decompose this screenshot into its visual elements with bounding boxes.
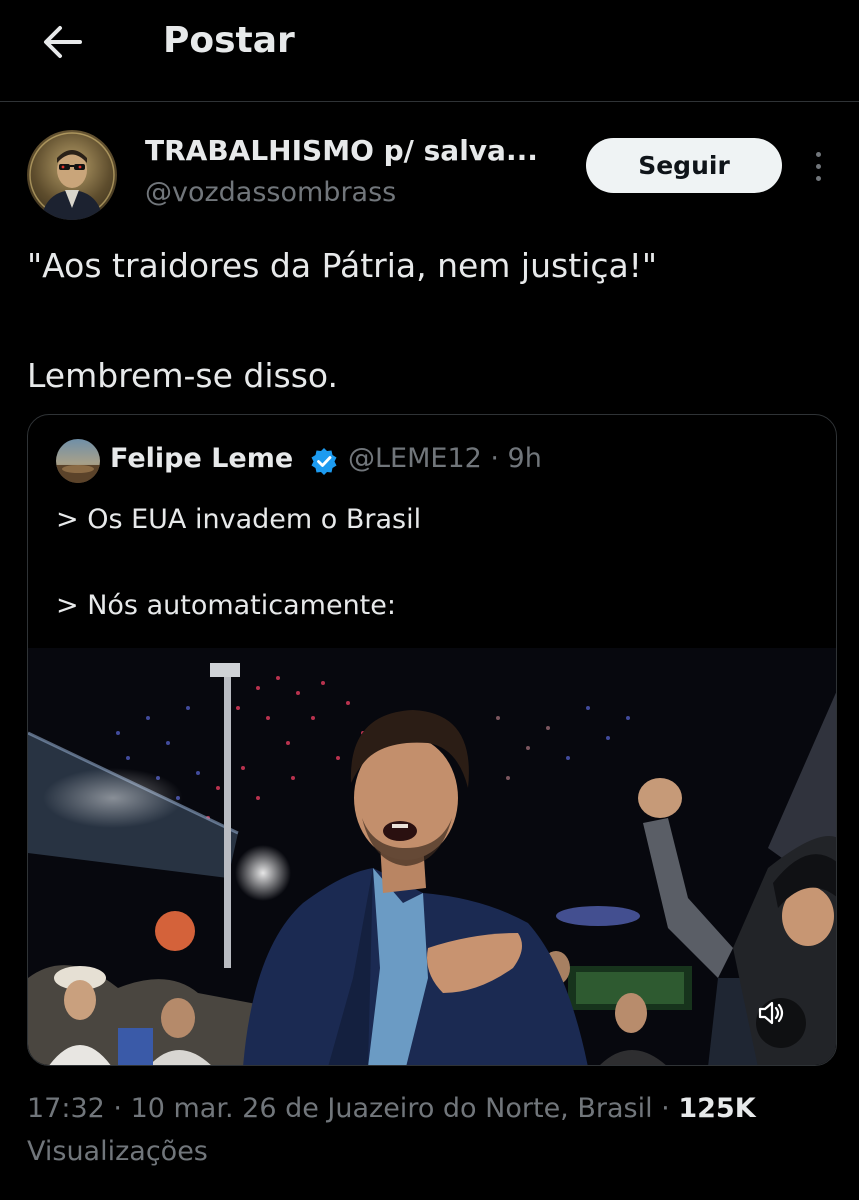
- author-handle[interactable]: @vozdassombrass: [145, 177, 396, 208]
- quoted-text-line: > Os EUA invadem o Brasil: [56, 504, 422, 535]
- avatar[interactable]: [27, 130, 117, 220]
- separator: ·: [104, 1093, 131, 1124]
- author-display-name[interactable]: TRABALHISMO p/ salva...: [145, 134, 538, 167]
- more-options-button[interactable]: [809, 146, 829, 186]
- video-frame: [28, 648, 836, 1065]
- views-count: 125K: [678, 1093, 756, 1124]
- separator: ·: [652, 1093, 679, 1124]
- quoted-text-line: > Nós automaticamente:: [56, 590, 396, 621]
- mute-toggle-button[interactable]: [756, 998, 806, 1048]
- views-label: Visualizações: [27, 1136, 208, 1167]
- post-text-line: Lembrem-se disso.: [27, 356, 338, 395]
- quoted-author-name: Felipe Leme: [110, 443, 294, 474]
- arrow-left-icon: [44, 26, 82, 58]
- post-date-location: 10 mar. 26 de Juazeiro do Norte, Brasil: [130, 1093, 653, 1124]
- back-button[interactable]: [40, 22, 84, 62]
- post-text-line: "Aos traidores da Pátria, nem justiça!": [27, 246, 658, 285]
- page-title: Postar: [163, 20, 295, 61]
- quoted-post[interactable]: Felipe Leme @LEME12 · 9h > Os EUA invade…: [27, 414, 837, 1066]
- volume-icon: [758, 1001, 784, 1025]
- more-vertical-icon: [816, 152, 821, 157]
- quoted-handle-time: @LEME12 · 9h: [348, 443, 542, 474]
- verified-badge-icon: [311, 448, 337, 475]
- follow-button[interactable]: Seguir: [586, 138, 782, 193]
- top-bar: Postar: [0, 0, 859, 102]
- post-author: TRABALHISMO p/ salva... @vozdassombrass …: [27, 128, 832, 223]
- quoted-avatar: [56, 439, 100, 483]
- post-metadata: 17:32 · 10 mar. 26 de Juazeiro do Norte,…: [27, 1087, 832, 1173]
- post-time[interactable]: 17:32: [27, 1093, 105, 1124]
- video-player[interactable]: [28, 648, 836, 1065]
